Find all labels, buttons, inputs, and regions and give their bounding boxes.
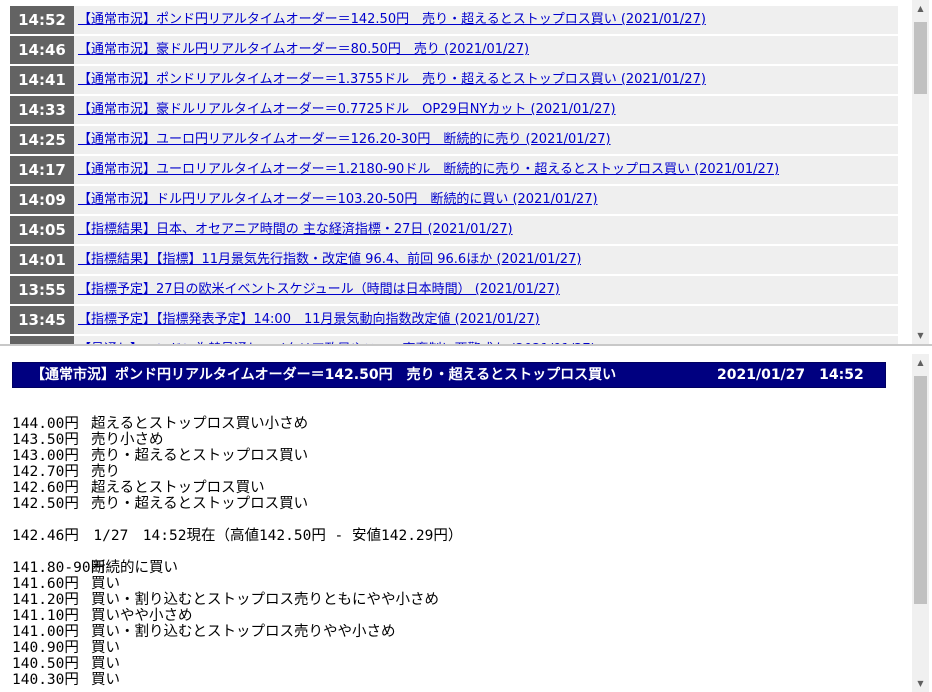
news-row[interactable]: 14:41 【通常市況】ポンドリアルタイムオーダー＝1.3755ドル 売り・超える… (10, 66, 898, 94)
scroll-up-arrow-icon[interactable]: ▲ (912, 354, 929, 371)
order-line: 142.70円 売り (12, 464, 892, 480)
news-time: 13:45 (10, 306, 74, 334)
order-line: 141.00円 買い・割り込むとストップロス売りやや小さめ (12, 624, 892, 640)
order-note: 超えるとストップロス買い (91, 480, 265, 496)
order-line: 140.30円 買い (12, 672, 892, 688)
news-headline-link[interactable]: 【通常市況】ドル円リアルタイムオーダー＝103.20-50円 断続的に買い (2… (74, 186, 598, 214)
news-time: 14:01 (10, 246, 74, 274)
order-price: 143.50円 (12, 432, 79, 448)
scroll-down-arrow-icon[interactable]: ▼ (912, 327, 929, 344)
order-note: 売り (91, 464, 120, 480)
article-datetime: 2021/01/27 14:52 (717, 367, 864, 383)
news-time: 14:09 (10, 186, 74, 214)
news-row[interactable]: 14:33 【通常市況】豪ドルリアルタイムオーダー＝0.7725ドル OP29日N… (10, 96, 898, 124)
orders-below-list: 141.80-90円 断続的に買い 141.60円 買い 141.20円 買い・割り込むと… (12, 560, 892, 688)
news-time: 14:46 (10, 36, 74, 64)
scrollbar-thumb[interactable] (914, 376, 927, 604)
news-headline-link[interactable]: 【指標結果】【指標】11月景気先行指数・改定値 96.4、前回 96.6ほか (… (74, 246, 581, 274)
news-time: 14:41 (10, 66, 74, 94)
order-price: 141.10円 (12, 608, 79, 624)
article-scrollbar[interactable]: ▲ ▼ (912, 354, 929, 692)
order-note: 買い (91, 656, 120, 672)
news-time: 14:05 (10, 216, 74, 244)
order-line: 140.90円 買い (12, 640, 892, 656)
order-price: 143.00円 (12, 448, 79, 464)
news-row[interactable]: 14:25 【通常市況】ユーロ円リアルタイムオーダー＝126.20-30円 断続的… (10, 126, 898, 154)
order-line: 144.00円 超えるとストップロス買い小さめ (12, 416, 892, 432)
order-note: 断続的に買い (91, 560, 178, 576)
news-headline-link[interactable]: 【通常市況】ポンドリアルタイムオーダー＝1.3755ドル 売り・超えるとストップ… (74, 66, 706, 94)
order-price: 140.90円 (12, 640, 79, 656)
news-time: 14:52 (10, 6, 74, 34)
order-price: 140.50円 (12, 656, 79, 672)
order-line: 141.60円 買い (12, 576, 892, 592)
news-row[interactable]: 13:55 【指標予定】27日の欧米イベントスケジュール（時間は日本時間） (20… (10, 276, 898, 304)
order-price: 141.20円 (12, 592, 79, 608)
order-note: 買い・割り込むとストップロス売りやや小さめ (91, 624, 396, 640)
order-note: 売り・超えるとストップロス買い (91, 448, 309, 464)
article-header-bar: 【通常市況】ポンド円リアルタイムオーダー＝142.50円 売り・超えるとストップ… (12, 362, 886, 388)
news-list-scrollbar[interactable]: ▲ ▼ (912, 0, 929, 344)
order-line: 143.50円 売り小さめ (12, 432, 892, 448)
scrollbar-thumb[interactable] (914, 22, 927, 94)
news-row[interactable]: 14:17 【通常市況】ユーロリアルタイムオーダー＝1.2180-90ドル 断続的… (10, 156, 898, 184)
current-rate-line: 142.46円 1/27 14:52現在（高値142.50円 - 安値142.2… (12, 528, 463, 544)
news-list-pane: 14:52 【通常市況】ポンド円リアルタイムオーダー＝142.50円 売り・超える… (0, 0, 932, 346)
news-headline-link[interactable]: 【通常市況】豪ドルリアルタイムオーダー＝0.7725ドル OP29日NYカット … (74, 96, 616, 124)
scroll-up-arrow-icon[interactable]: ▲ (912, 0, 929, 17)
order-note: 買い (91, 672, 120, 688)
article-body: 144.00円 超えるとストップロス買い小さめ 143.50円 売り小さめ 143.00… (12, 416, 892, 688)
news-headline-link[interactable]: 【通常市況】ユーロ円リアルタイムオーダー＝126.20-30円 断続的に売り (… (74, 126, 611, 154)
news-headline-link[interactable]: 【通常市況】豪ドル円リアルタイムオーダー＝80.50円 売り (2021/01/… (74, 36, 529, 64)
order-price: 142.50円 (12, 496, 79, 512)
news-headline-link[interactable]: 【指標結果】日本、オセアニア時間の 主な経済指標・27日 (2021/01/27… (74, 216, 513, 244)
news-headline-link[interactable]: 【見通し】ロンドン為替見通し＝イタリア政局やユーロ高牽制に要警戒か (2021/… (74, 336, 596, 344)
news-headline-link[interactable]: 【指標予定】【指標発表予定】14:00 11月景気動向指数改定値 (2021/0… (74, 306, 540, 334)
news-row[interactable]: 13:37【見通し】ロンドン為替見通し＝イタリア政局やユーロ高牽制に要警戒か (… (10, 336, 898, 344)
order-line: 141.20円 買い・割り込むとストップロス売りともにやや小さめ (12, 592, 892, 608)
order-price: 142.70円 (12, 464, 79, 480)
order-note: 買い (91, 576, 120, 592)
news-row[interactable]: 14:09 【通常市況】ドル円リアルタイムオーダー＝103.20-50円 断続的に… (10, 186, 898, 214)
news-time: 13:37 (10, 336, 74, 344)
order-note: 買い・割り込むとストップロス売りともにやや小さめ (91, 592, 439, 608)
article-pane: 【通常市況】ポンド円リアルタイムオーダー＝142.50円 売り・超えるとストップ… (0, 346, 932, 692)
order-price: 141.00円 (12, 624, 79, 640)
order-price: 141.80-90円 (12, 560, 106, 576)
scroll-down-arrow-icon[interactable]: ▼ (912, 675, 929, 692)
order-line: 143.00円 売り・超えるとストップロス買い (12, 448, 892, 464)
news-time: 13:55 (10, 276, 74, 304)
news-row[interactable]: 13:45 【指標予定】【指標発表予定】14:00 11月景気動向指数改定値 (2… (10, 306, 898, 334)
news-row[interactable]: 14:01 【指標結果】【指標】11月景気先行指数・改定値 96.4、前回 96.… (10, 246, 898, 274)
order-line: 141.10円 買いやや小さめ (12, 608, 892, 624)
order-price: 140.30円 (12, 672, 79, 688)
news-time: 14:33 (10, 96, 74, 124)
order-note: 買い (91, 640, 120, 656)
news-list: 14:52 【通常市況】ポンド円リアルタイムオーダー＝142.50円 売り・超える… (10, 6, 898, 344)
news-row[interactable]: 14:05 【指標結果】日本、オセアニア時間の 主な経済指標・27日 (2021/… (10, 216, 898, 244)
order-line: 142.60円 超えるとストップロス買い (12, 480, 892, 496)
news-headline-link[interactable]: 【指標予定】27日の欧米イベントスケジュール（時間は日本時間） (2021/01… (74, 276, 560, 304)
order-note: 超えるとストップロス買い小さめ (91, 416, 309, 432)
order-note: 売り・超えるとストップロス買い (91, 496, 309, 512)
news-time: 14:17 (10, 156, 74, 184)
order-price: 141.60円 (12, 576, 79, 592)
news-row[interactable]: 14:46 【通常市況】豪ドル円リアルタイムオーダー＝80.50円 売り (202… (10, 36, 898, 64)
news-headline-link[interactable]: 【通常市況】ユーロリアルタイムオーダー＝1.2180-90ドル 断続的に売り・超… (74, 156, 779, 184)
news-time: 14:25 (10, 126, 74, 154)
order-note: 売り小さめ (91, 432, 164, 448)
order-price: 142.60円 (12, 480, 79, 496)
order-line: 142.50円 売り・超えるとストップロス買い (12, 496, 892, 512)
order-note: 買いやや小さめ (91, 608, 193, 624)
news-headline-link[interactable]: 【通常市況】ポンド円リアルタイムオーダー＝142.50円 売り・超えるとストップ… (74, 6, 706, 34)
order-price: 144.00円 (12, 416, 79, 432)
article-title: 【通常市況】ポンド円リアルタイムオーダー＝142.50円 売り・超えるとストップ… (31, 367, 617, 383)
news-row[interactable]: 14:52 【通常市況】ポンド円リアルタイムオーダー＝142.50円 売り・超える… (10, 6, 898, 34)
order-line: 141.80-90円 断続的に買い (12, 560, 892, 576)
orders-above-list: 144.00円 超えるとストップロス買い小さめ 143.50円 売り小さめ 143.00… (12, 416, 892, 512)
order-line: 140.50円 買い (12, 656, 892, 672)
